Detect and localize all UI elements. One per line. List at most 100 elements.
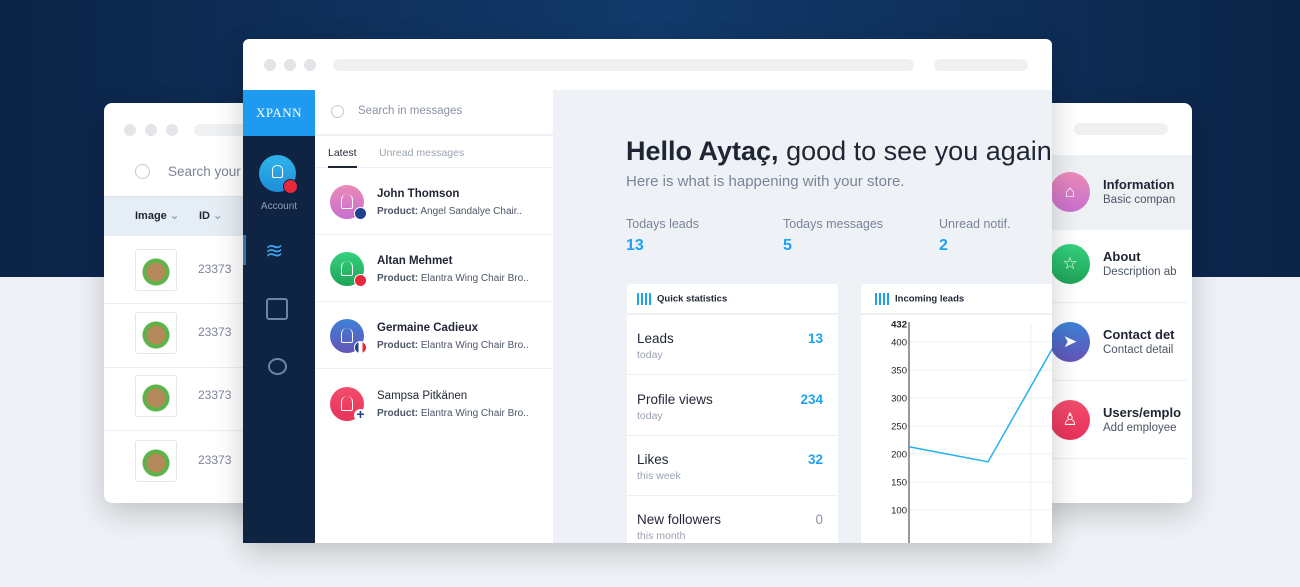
row-value: 13 — [807, 331, 823, 346]
product-id: 23373 — [198, 262, 232, 276]
message-item[interactable]: John Thomson Product: Angel Sandalye Cha… — [315, 168, 553, 235]
search-icon — [135, 164, 150, 179]
search-icon — [331, 105, 344, 118]
logo[interactable]: XPANN — [243, 90, 315, 136]
stat-row[interactable]: Leads today 13 — [627, 315, 837, 375]
account-label: Account — [260, 201, 298, 212]
row-value: 234 — [800, 392, 823, 407]
chevron-down-icon: ⌄ — [169, 210, 180, 222]
column-label: ID — [199, 210, 210, 222]
home-icon: ⌂ — [1050, 172, 1090, 212]
tab-bar-placeholder — [934, 59, 1028, 71]
dashboard-clip: Hello Aytaç, good to see you again Here … — [553, 90, 1052, 543]
item-title: About — [1103, 249, 1141, 264]
card-header: Quick statistics — [627, 284, 838, 315]
sender-name: Altan Mehmet — [377, 255, 453, 267]
item-subtitle: Add employee — [1103, 422, 1177, 434]
sender-name: Sampsa Pitkänen — [377, 390, 468, 402]
messages-tabs: Latest Unread messages — [315, 138, 553, 168]
avatar — [330, 185, 367, 220]
flag-fi-icon: + — [354, 407, 367, 422]
stat-value: 5 — [783, 237, 792, 254]
stat-value: 13 — [626, 237, 644, 254]
product-thumbnail[interactable] — [135, 249, 177, 291]
y-tick-label: 200 — [891, 450, 907, 461]
greeting-text: good to see you again — [778, 136, 1052, 166]
active-indicator — [243, 235, 246, 265]
layers-icon[interactable]: ≋ — [265, 238, 283, 264]
item-title: Information — [1103, 177, 1175, 192]
tab-latest[interactable]: Latest — [328, 147, 357, 168]
avatar — [330, 252, 367, 287]
product-thumbnail[interactable] — [135, 440, 177, 482]
row-subtitle: this week — [637, 470, 681, 482]
product-label: Product: — [377, 273, 419, 284]
stat-row[interactable]: New followers this month 0 — [627, 496, 837, 543]
message-item[interactable]: Altan Mehmet Product: Elantra Wing Chair… — [315, 235, 553, 302]
row-divider — [104, 367, 249, 368]
user-icon — [341, 396, 353, 411]
product-label: Product: — [377, 408, 419, 419]
address-bar — [333, 59, 914, 71]
item-subtitle: Description ab — [1103, 266, 1177, 278]
chat-icon[interactable] — [268, 358, 287, 375]
user-icon — [272, 165, 283, 178]
address-bar — [1074, 123, 1168, 135]
user-icon — [341, 194, 353, 209]
chevron-down-icon: ⌄ — [213, 210, 223, 222]
window-dot — [284, 59, 296, 71]
item-subtitle: Contact detail — [1103, 344, 1174, 356]
stat-value: 2 — [939, 237, 948, 254]
waveform-icon — [875, 293, 889, 305]
stat-row[interactable]: Profile views today 234 — [627, 376, 837, 436]
card-title: Quick statistics — [657, 293, 728, 305]
avatar — [330, 319, 367, 354]
item-subtitle: Basic compan — [1103, 194, 1176, 206]
incoming-leads-card: Incoming leads 432 400 350 300 250 200 150 100 — [861, 284, 1052, 543]
flag-tr-icon — [283, 179, 298, 194]
row-subtitle: this month — [637, 530, 686, 542]
product-name: Elantra Wing Chair Bro.. — [420, 273, 529, 284]
product-name: Elantra Wing Chair Bro.. — [420, 340, 529, 351]
message-item[interactable]: + Sampsa Pitkänen Product: Elantra Wing … — [315, 370, 553, 543]
column-header-id[interactable]: ID ⌄ — [199, 209, 222, 222]
flag-tr-icon — [354, 274, 367, 287]
y-tick-label: 432 — [891, 320, 907, 331]
settings-item-information[interactable]: ⌂ Information Basic compan — [1035, 153, 1187, 231]
account-avatar[interactable] — [259, 155, 298, 194]
waveform-icon — [637, 293, 651, 305]
stat-label: Todays leads — [626, 217, 699, 231]
settings-item-contact[interactable]: ➤ Contact det Contact detail — [1035, 303, 1187, 381]
tab-unread-messages[interactable]: Unread messages — [379, 147, 464, 159]
message-item[interactable]: Germaine Cadieux Product: Elantra Wing C… — [315, 302, 553, 369]
y-tick-label: 350 — [891, 366, 907, 377]
settings-item-about[interactable]: ☆ About Description ab — [1035, 225, 1187, 303]
settings-item-users[interactable]: ♙ Users/emplo Add employee — [1035, 381, 1187, 459]
product-id: 23373 — [198, 325, 232, 339]
product-thumbnail[interactable] — [135, 312, 177, 354]
quick-statistics-card: Quick statistics Leads today 13 Profile vi… — [627, 284, 838, 543]
column-header-image[interactable]: Image ⌄ — [135, 209, 179, 222]
sender-name: Germaine Cadieux — [377, 322, 478, 334]
product-search-input[interactable]: Search your — [168, 164, 241, 179]
messages-search[interactable]: Search in messages — [315, 90, 553, 136]
products-window: Search your Image ⌄ ID ⌄ 23373 23373 233… — [104, 103, 264, 503]
y-tick-label: 300 — [891, 394, 907, 405]
product-thumbnail[interactable] — [135, 375, 177, 417]
item-title: Contact det — [1103, 327, 1175, 342]
incoming-leads-chart: 432 400 350 300 250 200 150 100 — [891, 320, 1052, 543]
row-title: Likes — [637, 452, 669, 467]
row-value: 32 — [807, 452, 823, 467]
card-header: Incoming leads — [861, 284, 1052, 315]
product-label: Product: — [377, 206, 419, 217]
row-divider — [104, 430, 249, 431]
flag-uk-icon — [354, 207, 367, 220]
stat-row[interactable]: Likes this week 32 — [627, 436, 837, 496]
window-dot — [124, 124, 136, 136]
box-icon[interactable] — [266, 298, 288, 320]
user-icon: ♙ — [1050, 400, 1090, 440]
messages-search-input[interactable]: Search in messages — [358, 105, 462, 117]
stat-label: Unread notif. — [939, 217, 1011, 231]
product-id: 23373 — [198, 453, 232, 467]
avatar: + — [330, 387, 367, 422]
